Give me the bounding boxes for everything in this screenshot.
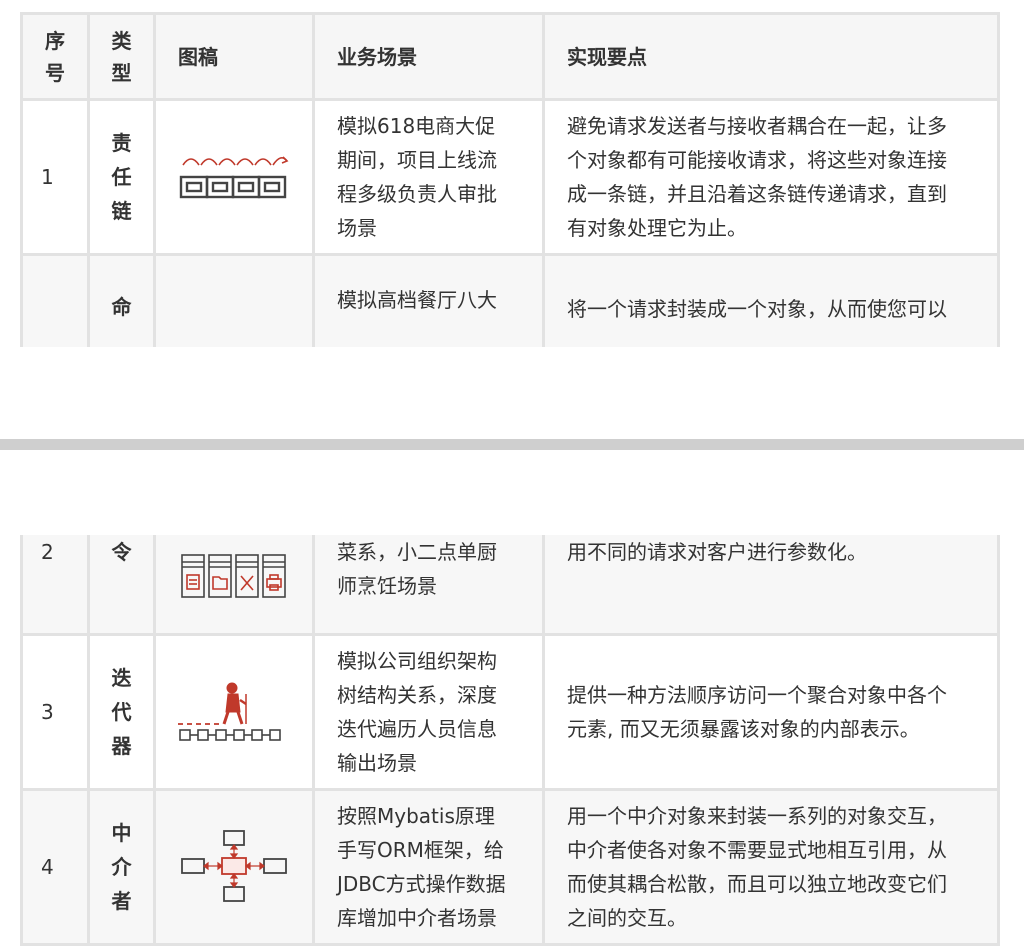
command-panels-icon bbox=[181, 554, 286, 598]
header-points-label: 实现要点 bbox=[567, 44, 647, 69]
header-index-char-1: 序 bbox=[45, 28, 65, 53]
row-points: 用不同的请求对客户进行参数化。 bbox=[545, 535, 1000, 636]
points-line: 元素, 而又无须暴露该对象的内部表示。 bbox=[567, 717, 920, 741]
row-points: 避免请求发送者与接收者耦合在一起，让多 个对象都有可能接收请求，将这些对象连接 … bbox=[545, 101, 1000, 256]
scenario-line: 场景 bbox=[337, 216, 377, 240]
scenario-line: 迭代遍历人员信息 bbox=[337, 717, 497, 741]
points-line: 用一个中介对象来封装一系列的对象交互， bbox=[567, 804, 947, 828]
header-points: 实现要点 bbox=[545, 15, 1000, 101]
walker-icon bbox=[178, 682, 281, 741]
type-char: 中 bbox=[111, 821, 132, 845]
table-row: 2 令 菜系，小二点单厨 师烹饪场景 用不同的请求对客户进行参数化。 bbox=[20, 535, 1000, 636]
row-diagram bbox=[156, 535, 315, 636]
table-fragment-top: 序 号 类 型 图稿 业务场景 实现要点 1 责 任 链 模拟618电商大促 期… bbox=[20, 12, 1000, 347]
scenario-line: JDBC方式操作数据 bbox=[337, 872, 506, 896]
points-line: 之间的交互。 bbox=[567, 906, 687, 930]
row-type: 令 bbox=[90, 535, 156, 636]
scenario-line: 按照Mybatis原理 bbox=[337, 804, 495, 828]
points-line: 用不同的请求对客户进行参数化。 bbox=[567, 540, 867, 564]
row-diagram bbox=[156, 256, 315, 347]
points-line: 将一个请求封装成一个对象，从而使您可以 bbox=[567, 297, 947, 321]
row-scenario: 按照Mybatis原理 手写ORM框架，给 JDBC方式操作数据 库增加中介者场… bbox=[315, 791, 545, 946]
scenario-line: 菜系，小二点单厨 bbox=[337, 540, 497, 564]
scenario-line: 模拟高档餐厅八大 bbox=[337, 288, 497, 312]
type-char: 令 bbox=[111, 540, 132, 564]
row-type: 中 介 者 bbox=[90, 791, 156, 946]
type-char: 命 bbox=[111, 295, 132, 319]
row-index: 2 bbox=[20, 535, 90, 636]
row-index-value: 2 bbox=[41, 540, 54, 564]
type-char: 责 bbox=[111, 131, 132, 155]
points-line: 而使其耦合松散，而且可以独立地改变它们 bbox=[567, 872, 947, 896]
row-index-value: 4 bbox=[41, 855, 54, 879]
row-type: 责 任 链 bbox=[90, 101, 156, 256]
patterns-table-continued: 2 令 菜系，小二点单厨 师烹饪场景 用不同的请求对客户进行参数化。 3 迭 代… bbox=[20, 535, 1000, 946]
row-type: 迭 代 器 bbox=[90, 636, 156, 791]
header-type-char-1: 类 bbox=[111, 28, 132, 53]
type-char: 者 bbox=[111, 889, 132, 913]
points-line: 提供一种方法顺序访问一个聚合对象中各个 bbox=[567, 683, 947, 707]
chain-icon bbox=[179, 156, 289, 199]
patterns-table: 序 号 类 型 图稿 业务场景 实现要点 1 责 任 链 模拟618电商大促 期… bbox=[20, 12, 1000, 347]
row-scenario: 菜系，小二点单厨 师烹饪场景 bbox=[315, 535, 545, 636]
scenario-line: 树结构关系，深度 bbox=[337, 683, 497, 707]
row-points: 将一个请求封装成一个对象，从而使您可以 bbox=[545, 256, 1000, 347]
points-line: 避免请求发送者与接收者耦合在一起，让多 bbox=[567, 114, 947, 138]
header-type-char-2: 型 bbox=[111, 60, 132, 85]
table-row: 3 迭 代 器 模拟公司组织架构 树结构关系，深度 迭代遍历人员信息 输出场景 … bbox=[20, 636, 1000, 791]
table-header-row: 序 号 类 型 图稿 业务场景 实现要点 bbox=[20, 12, 1000, 101]
header-index: 序 号 bbox=[20, 15, 90, 101]
scenario-line: 模拟618电商大促 bbox=[337, 114, 496, 138]
row-diagram bbox=[156, 636, 315, 791]
mediator-icon bbox=[181, 830, 287, 902]
header-diagram: 图稿 bbox=[156, 15, 315, 101]
table-row: 1 责 任 链 模拟618电商大促 期间，项目上线流 程多级负责人审批 场景 避… bbox=[20, 101, 1000, 256]
row-points: 用一个中介对象来封装一系列的对象交互， 中介者使各对象不需要显式地相互引用，从 … bbox=[545, 791, 1000, 946]
row-diagram bbox=[156, 791, 315, 946]
table-row: 命 模拟高档餐厅八大 将一个请求封装成一个对象，从而使您可以 bbox=[20, 256, 1000, 347]
scenario-line: 期间，项目上线流 bbox=[337, 148, 497, 172]
scenario-line: 模拟公司组织架构 bbox=[337, 649, 497, 673]
type-char: 任 bbox=[111, 165, 132, 189]
row-diagram bbox=[156, 101, 315, 256]
row-index: 1 bbox=[20, 101, 90, 256]
header-type: 类 型 bbox=[90, 15, 156, 101]
scenario-line: 程多级负责人审批 bbox=[337, 182, 497, 206]
scenario-line: 输出场景 bbox=[337, 751, 417, 775]
table-fragment-bottom: 2 令 菜系，小二点单厨 师烹饪场景 用不同的请求对客户进行参数化。 3 迭 代… bbox=[20, 535, 1000, 946]
header-diagram-label: 图稿 bbox=[178, 44, 218, 69]
row-index: 4 bbox=[20, 791, 90, 946]
header-index-char-2: 号 bbox=[45, 60, 65, 85]
row-type: 命 bbox=[90, 256, 156, 347]
header-scenario: 业务场景 bbox=[315, 15, 545, 101]
points-line: 成一条链，并且沿着这条链传递请求，直到 bbox=[567, 182, 947, 206]
points-line: 有对象处理它为止。 bbox=[567, 216, 747, 240]
page-separator bbox=[0, 439, 1024, 450]
row-index: 3 bbox=[20, 636, 90, 791]
scenario-line: 手写ORM框架，给 bbox=[337, 838, 504, 862]
type-char: 介 bbox=[111, 855, 132, 879]
row-index bbox=[20, 256, 90, 347]
type-char: 迭 bbox=[111, 666, 132, 690]
row-index-value: 1 bbox=[41, 165, 54, 189]
type-char: 链 bbox=[111, 199, 132, 223]
type-char: 代 bbox=[111, 700, 132, 724]
row-scenario: 模拟618电商大促 期间，项目上线流 程多级负责人审批 场景 bbox=[315, 101, 545, 256]
points-line: 个对象都有可能接收请求，将这些对象连接 bbox=[567, 148, 947, 172]
row-points: 提供一种方法顺序访问一个聚合对象中各个 元素, 而又无须暴露该对象的内部表示。 bbox=[545, 636, 1000, 791]
scenario-line: 库增加中介者场景 bbox=[337, 906, 497, 930]
row-index-value: 3 bbox=[41, 700, 54, 724]
scenario-line: 师烹饪场景 bbox=[337, 574, 437, 598]
header-scenario-label: 业务场景 bbox=[337, 44, 417, 69]
row-scenario: 模拟公司组织架构 树结构关系，深度 迭代遍历人员信息 输出场景 bbox=[315, 636, 545, 791]
points-line: 中介者使各对象不需要显式地相互引用，从 bbox=[567, 838, 947, 862]
table-row: 4 中 介 者 按照Mybatis原理 手写ORM框架，给 JDBC方式操作数据… bbox=[20, 791, 1000, 946]
type-char: 器 bbox=[111, 734, 132, 758]
row-scenario: 模拟高档餐厅八大 bbox=[315, 256, 545, 347]
